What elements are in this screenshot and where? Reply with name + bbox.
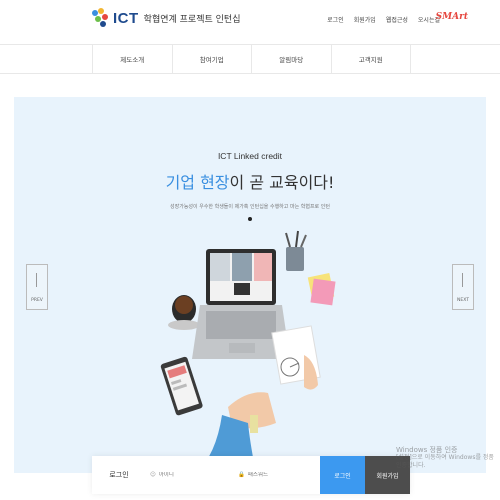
nav-item-companies[interactable]: 참여기업	[173, 45, 252, 73]
logo-subtitle: 학협연계 프로젝트 인턴십	[143, 14, 241, 25]
watermark-line1: Windows 정품 인증	[396, 446, 458, 454]
top-link-join[interactable]: 회원가입	[354, 15, 376, 24]
coffee-cup-icon	[168, 295, 200, 330]
logo-ict-text: ICT	[113, 9, 139, 27]
windows-activation-watermark: Windows 정품 인증 [설정]으로 이동하여 Windows를 정품 인증…	[396, 446, 500, 470]
site-logo[interactable]: ICT 학협연계 프로젝트 인턴십	[92, 8, 240, 28]
watermark-line2: [설정]으로 이동하여 Windows를 정품 인증합니다.	[396, 454, 494, 469]
login-title: 로그인	[109, 471, 129, 479]
brand-badge[interactable]: SMArt	[436, 12, 468, 22]
user-icon: ☺	[150, 472, 156, 478]
top-links: 로그인 회원가입 웹접근성 오시는길	[327, 15, 440, 24]
next-slide-button[interactable]: NEXT	[452, 264, 474, 310]
prev-label: PREV	[31, 298, 43, 303]
workspace-illustration	[160, 230, 336, 473]
nav-item-system[interactable]: 제도소개	[93, 45, 173, 73]
nav-item-support[interactable]: 고객지원	[332, 45, 411, 73]
top-link-accessibility[interactable]: 웹접근성	[386, 15, 408, 24]
site-header: ICT 학협연계 프로젝트 인턴십 로그인 회원가입 웹접근성 오시는길 SMA…	[0, 0, 500, 44]
hero-banner: ICT Linked credit 기업 현장이 곧 교육이다! 성장가능성이 …	[14, 97, 486, 473]
user-id-field[interactable]: ☺	[146, 472, 232, 478]
nav-item-notices[interactable]: 알림마당	[252, 45, 332, 73]
lock-icon: 🔒	[238, 472, 245, 478]
login-button[interactable]: 로그인	[320, 456, 365, 494]
password-input[interactable]	[247, 472, 308, 478]
pen-holder-icon	[285, 230, 307, 271]
login-bar: 로그인 ☺ 🔒 로그인 회원가입	[92, 456, 410, 494]
password-field[interactable]: 🔒	[232, 472, 326, 478]
tablet-icon	[160, 356, 203, 416]
sticky-notes-icon	[307, 272, 336, 306]
user-id-input[interactable]	[158, 472, 219, 478]
top-link-login[interactable]: 로그인	[327, 15, 344, 24]
main-nav: 제도소개 참여기업 알림마당 고객지원	[0, 44, 500, 74]
prev-slide-button[interactable]: PREV	[26, 264, 48, 310]
next-label: NEXT	[457, 298, 469, 303]
logo-dots-icon	[92, 8, 108, 28]
